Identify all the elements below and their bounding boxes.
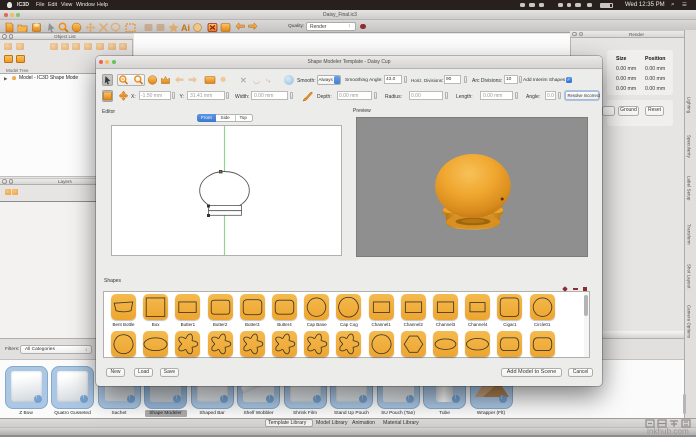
svg-text:inkhub.com: inkhub.com (647, 427, 689, 435)
svg-text:Ai: Ai (181, 23, 190, 33)
